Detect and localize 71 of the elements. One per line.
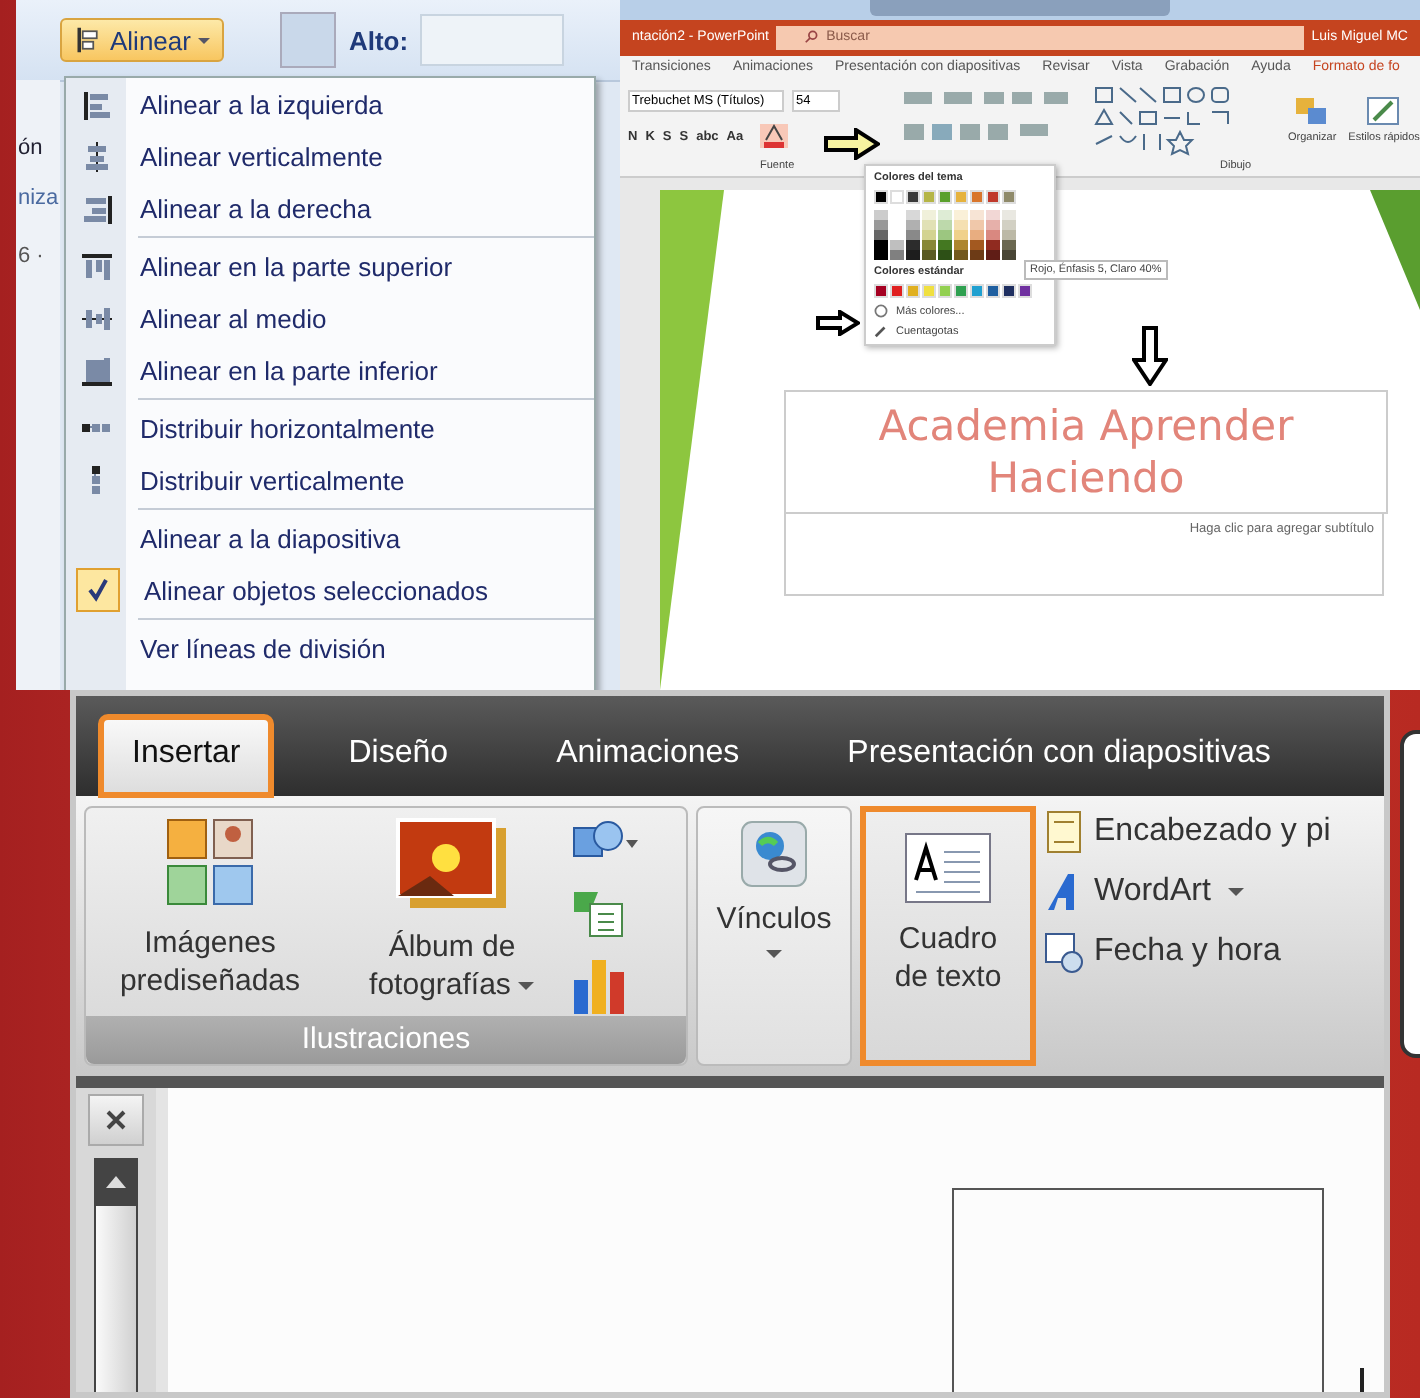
color-swatch[interactable] bbox=[874, 190, 888, 204]
color-swatch[interactable] bbox=[1002, 190, 1016, 204]
ribbon-tab[interactable]: Animaciones bbox=[524, 716, 772, 796]
color-swatch[interactable] bbox=[906, 190, 920, 204]
scrollbar[interactable] bbox=[94, 1158, 138, 1392]
menu-item[interactable]: Alinear a la izquierda bbox=[66, 78, 594, 130]
arrow-up-icon[interactable] bbox=[106, 1176, 126, 1188]
color-swatch[interactable] bbox=[1018, 284, 1032, 298]
page-icon bbox=[1044, 810, 1084, 854]
menu-item[interactable]: Alinear al medio bbox=[66, 292, 594, 344]
search-icon bbox=[804, 30, 819, 45]
color-swatch[interactable] bbox=[938, 284, 952, 298]
height-field[interactable] bbox=[420, 14, 565, 66]
text-box-icon bbox=[904, 832, 992, 904]
color-swatch[interactable] bbox=[986, 190, 1000, 204]
ribbon-label: ón bbox=[18, 136, 43, 160]
align-button[interactable]: Alinear bbox=[60, 18, 225, 62]
clip-art-icon bbox=[164, 816, 256, 908]
arrow-icon bbox=[816, 310, 860, 336]
arrange-icon bbox=[1294, 95, 1331, 128]
menu-item[interactable]: Alinear a la diapositiva bbox=[66, 512, 594, 564]
ribbon-button[interactable]: WordArt bbox=[1044, 870, 1331, 914]
slide-title: Academia Aprender Haciendo bbox=[876, 400, 1296, 504]
close-button[interactable] bbox=[88, 1094, 144, 1146]
align-icon bbox=[74, 26, 102, 54]
photo-album-icon bbox=[394, 816, 510, 912]
text-box-button[interactable]: Cuadro de texto bbox=[860, 806, 1036, 1066]
ribbon-tab[interactable]: Presentación con diapositivas bbox=[815, 716, 1303, 796]
color-swatch[interactable] bbox=[954, 190, 968, 204]
text-box[interactable] bbox=[952, 1188, 1324, 1392]
group-label: Ilustraciones bbox=[86, 1016, 686, 1064]
close-icon bbox=[106, 1110, 126, 1130]
color-swatch[interactable] bbox=[970, 284, 984, 298]
color-swatch[interactable] bbox=[954, 284, 968, 298]
ribbon-tab[interactable]: Insertar bbox=[100, 716, 273, 796]
color-swatch[interactable] bbox=[970, 190, 984, 204]
ribbon-button[interactable]: Fecha y hora bbox=[1044, 930, 1331, 974]
arrow-icon bbox=[1132, 326, 1168, 386]
ribbon-button[interactable]: Imágenes prediseñadas bbox=[86, 816, 334, 1000]
menu-item[interactable]: Alinear a la derecha bbox=[66, 182, 594, 234]
globe-link-icon bbox=[740, 820, 808, 888]
caret-icon bbox=[198, 37, 211, 43]
font-color-icon[interactable] bbox=[759, 124, 788, 149]
eyedropper-icon bbox=[874, 324, 888, 338]
color-swatch[interactable] bbox=[1002, 284, 1016, 298]
menu-item[interactable]: Alinear verticalmente bbox=[66, 130, 594, 182]
color-swatch[interactable] bbox=[906, 284, 920, 298]
ribbon-label: niza bbox=[18, 186, 59, 210]
ribbon-button[interactable]: Encabezado y pi bbox=[1044, 810, 1331, 854]
color-swatch[interactable] bbox=[922, 284, 936, 298]
arrow-icon bbox=[824, 128, 880, 160]
color-swatch[interactable] bbox=[938, 190, 952, 204]
ribbon-tab[interactable]: Diseño bbox=[316, 716, 481, 796]
color-swatch[interactable] bbox=[890, 284, 904, 298]
menu-item[interactable]: Distribuir horizontalmente bbox=[66, 402, 594, 454]
calendar-clock-icon bbox=[1044, 930, 1084, 974]
height-label: Alto: bbox=[348, 25, 409, 55]
menu-item[interactable]: Alinear en la parte superior bbox=[66, 240, 594, 292]
slide-accent-stripe bbox=[1370, 190, 1420, 310]
ribbon-button[interactable]: Álbum de fotografías bbox=[338, 816, 566, 1004]
color-swatch[interactable] bbox=[922, 190, 936, 204]
color-swatch[interactable] bbox=[986, 284, 1000, 298]
menu-item[interactable]: Ver líneas de división bbox=[66, 622, 594, 674]
menu-item[interactable]: Alinear objetos seleccionados bbox=[66, 564, 594, 616]
palette-icon bbox=[874, 304, 888, 318]
color-swatch[interactable] bbox=[890, 190, 904, 204]
ribbon-label: 6 · bbox=[18, 244, 44, 268]
menu-item[interactable]: Alinear en la parte inferior bbox=[66, 344, 594, 396]
color-swatch[interactable] bbox=[874, 284, 888, 298]
quick-styles-icon bbox=[1366, 95, 1403, 128]
menu-item[interactable]: Distribuir verticalmente bbox=[66, 454, 594, 506]
